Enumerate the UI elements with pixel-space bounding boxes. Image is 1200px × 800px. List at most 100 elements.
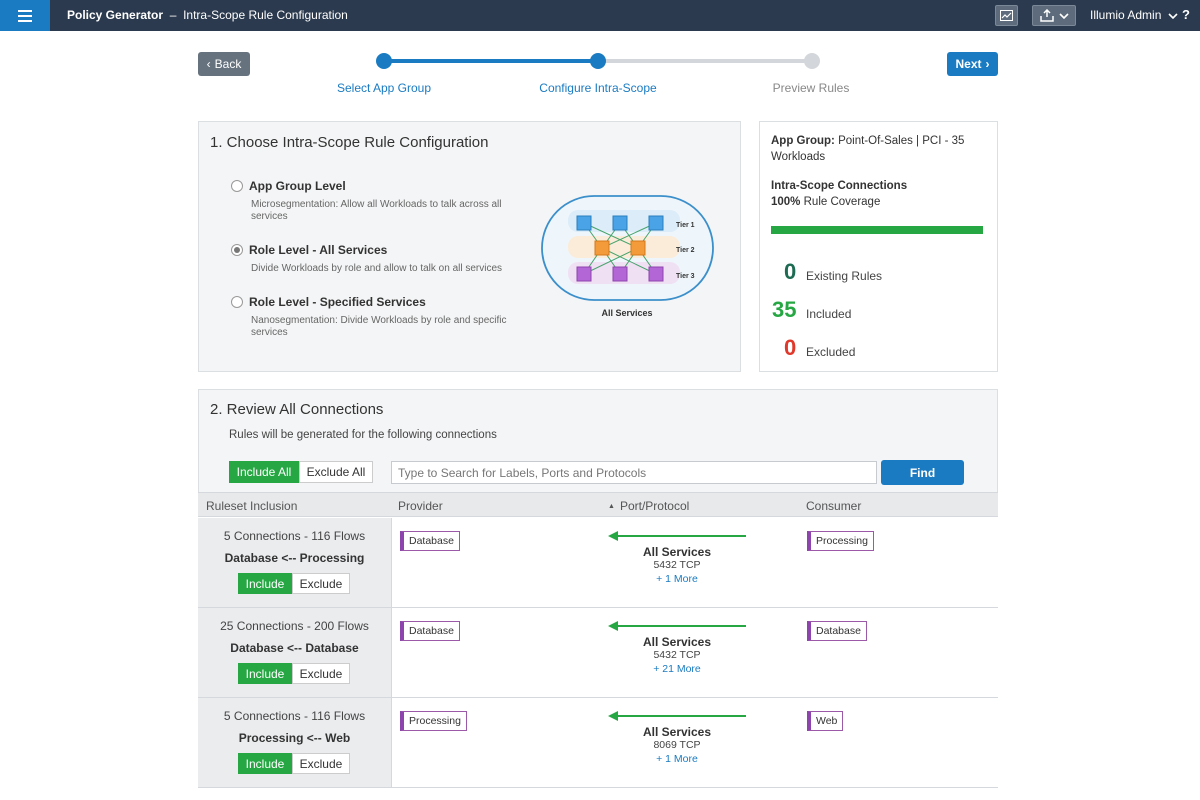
chevron-right-icon: › bbox=[985, 57, 990, 71]
arrow-line bbox=[616, 625, 746, 627]
option-desc-role-level-all: Divide Workloads by role and allow to ta… bbox=[251, 263, 503, 274]
row-3-more-link[interactable]: + 1 More bbox=[607, 753, 747, 765]
table-row-1: Database All Services 5432 TCP + 1 More … bbox=[391, 518, 998, 608]
chevron-left-icon: ‹ bbox=[206, 57, 211, 71]
help-button[interactable]: ? bbox=[1182, 7, 1190, 22]
row-3-pair: Processing <-- Web bbox=[238, 731, 351, 745]
diagram-caption: All Services bbox=[601, 308, 653, 318]
row-1-count: 5 Connections - 116 Flows bbox=[223, 529, 366, 543]
tier1-cubes bbox=[576, 215, 664, 231]
row-1-provider-label[interactable]: Database bbox=[400, 531, 460, 551]
coverage-value: 100% bbox=[771, 196, 801, 208]
progress-line-done bbox=[384, 59, 598, 63]
row-2-include-button[interactable]: Include bbox=[238, 663, 292, 684]
chevron-down-icon bbox=[1168, 13, 1178, 20]
option-title-role-level-all[interactable]: Role Level - All Services bbox=[249, 243, 387, 257]
radio-app-group-level[interactable] bbox=[231, 180, 243, 192]
user-name: Illumio Admin bbox=[1090, 8, 1162, 22]
row-2-exclude-button[interactable]: Exclude bbox=[292, 663, 350, 684]
option-title-app-group-level[interactable]: App Group Level bbox=[249, 179, 346, 193]
row-2-provider-label[interactable]: Database bbox=[400, 621, 460, 641]
col-port-protocol-sort[interactable]: ▲ Port/Protocol bbox=[608, 499, 689, 513]
row-3-count: 5 Connections - 116 Flows bbox=[223, 709, 366, 723]
page-title: Policy Generator – Intra-Scope Rule Conf… bbox=[67, 8, 348, 22]
coverage-bar-fill bbox=[771, 226, 983, 234]
top-bar: Policy Generator – Intra-Scope Rule Conf… bbox=[0, 0, 1200, 31]
connections-heading: 2. Review All Connections bbox=[210, 401, 384, 418]
back-button[interactable]: ‹ Back bbox=[198, 52, 250, 76]
radio-role-level-all-services[interactable] bbox=[231, 244, 243, 256]
table-row-1-inclusion: 5 Connections - 116 Flows Database <-- P… bbox=[198, 518, 391, 608]
next-button[interactable]: Next › bbox=[947, 52, 998, 76]
col-port-protocol: Port/Protocol bbox=[619, 499, 690, 513]
table-row-3-inclusion: 5 Connections - 116 Flows Processing <--… bbox=[198, 698, 391, 788]
row-2-consumer-label[interactable]: Database bbox=[807, 621, 867, 641]
exclude-all-button[interactable]: Exclude All bbox=[299, 461, 373, 483]
existing-rules-count: 0 bbox=[784, 259, 797, 284]
step-dot-1 bbox=[376, 53, 392, 69]
tier-diagram: Tier 1 Tier 2 Tier 3 bbox=[541, 195, 714, 301]
row-2-count: 25 Connections - 200 Flows bbox=[220, 619, 369, 633]
row-3-provider-label[interactable]: Processing bbox=[400, 711, 467, 731]
row-1-port: 5432 TCP bbox=[653, 559, 701, 571]
chart-icon bbox=[1000, 10, 1013, 21]
row-1-include-button[interactable]: Include bbox=[238, 573, 292, 594]
option-desc-app-group-level: Microsegmentation: Allow all Workloads t… bbox=[251, 199, 502, 222]
app-name: Policy Generator bbox=[67, 8, 164, 22]
user-menu[interactable]: Illumio Admin bbox=[1090, 8, 1178, 22]
row-3-port: 8069 TCP bbox=[653, 739, 701, 751]
tier-1-label: Tier 1 bbox=[676, 222, 695, 229]
step-select-app-group[interactable]: Select App Group bbox=[337, 81, 431, 95]
sort-up-icon: ▲ bbox=[608, 503, 615, 510]
row-3-consumer-label[interactable]: Web bbox=[807, 711, 844, 731]
table-header: Ruleset Inclusion Provider ▲ Port/Protoco… bbox=[198, 492, 998, 517]
arrow-line bbox=[616, 535, 746, 537]
chevron-down-icon bbox=[1058, 12, 1069, 19]
row-3-exclude-button[interactable]: Exclude bbox=[292, 753, 350, 774]
connections-subtitle: Rules will be generated for the followin… bbox=[229, 429, 497, 441]
existing-rules-label: Existing Rules bbox=[806, 269, 883, 283]
coverage-label: Rule Coverage bbox=[803, 196, 881, 208]
table-row-2: Database All Services 5432 TCP + 21 More… bbox=[391, 608, 998, 698]
tier-3-label: Tier 3 bbox=[676, 273, 695, 280]
intra-scope-title: Intra-Scope Connections bbox=[771, 180, 908, 192]
row-2-service: All Services bbox=[642, 635, 712, 649]
reports-button[interactable] bbox=[995, 5, 1018, 26]
back-label: Back bbox=[214, 57, 242, 71]
export-button[interactable] bbox=[1032, 5, 1076, 26]
progress-line-pending bbox=[598, 59, 812, 63]
step-configure-intra-scope[interactable]: Configure Intra-Scope bbox=[539, 81, 656, 95]
row-1-pair: Database <-- Processing bbox=[224, 551, 365, 565]
upload-icon bbox=[1039, 9, 1054, 22]
included-count: 35 bbox=[772, 297, 797, 322]
row-3-service: All Services bbox=[642, 725, 712, 739]
config-heading: 1. Choose Intra-Scope Rule Configuration bbox=[210, 134, 489, 151]
radio-role-level-specified[interactable] bbox=[231, 296, 243, 308]
app-group-info: App Group: Point-Of-Sales | PCI - 35 Wor… bbox=[771, 133, 986, 165]
find-button[interactable]: Find bbox=[881, 460, 964, 485]
coverage-bar bbox=[771, 226, 983, 234]
arrow-line bbox=[616, 715, 746, 717]
col-ruleset-inclusion[interactable]: Ruleset Inclusion bbox=[206, 499, 297, 513]
row-2-more-link[interactable]: + 21 More bbox=[607, 663, 747, 675]
step-dot-2 bbox=[590, 53, 606, 69]
step-dot-3 bbox=[804, 53, 820, 69]
include-all-button[interactable]: Include All bbox=[229, 461, 299, 483]
search-input[interactable]: Type to Search for Labels, Ports and Pro… bbox=[391, 461, 877, 484]
table-row-2-inclusion: 25 Connections - 200 Flows Database <-- … bbox=[198, 608, 391, 698]
included-label: Included bbox=[806, 307, 852, 321]
row-1-more-link[interactable]: + 1 More bbox=[607, 573, 747, 585]
row-2-port: 5432 TCP bbox=[653, 649, 701, 661]
page-name: Intra-Scope Rule Configuration bbox=[183, 8, 348, 22]
excluded-label: Excluded bbox=[806, 345, 856, 359]
row-1-consumer-label[interactable]: Processing bbox=[807, 531, 874, 551]
hamburger-menu-button[interactable] bbox=[0, 0, 50, 31]
row-1-exclude-button[interactable]: Exclude bbox=[292, 573, 350, 594]
col-consumer[interactable]: Consumer bbox=[806, 499, 861, 513]
row-3-include-button[interactable]: Include bbox=[238, 753, 292, 774]
hamburger-icon bbox=[18, 9, 32, 22]
option-desc-role-level-specified: Nanosegmentation: Divide Workloads by ro… bbox=[251, 315, 507, 338]
col-provider[interactable]: Provider bbox=[398, 499, 443, 513]
step-preview-rules: Preview Rules bbox=[772, 81, 850, 95]
option-title-role-level-specified[interactable]: Role Level - Specified Services bbox=[249, 295, 426, 309]
